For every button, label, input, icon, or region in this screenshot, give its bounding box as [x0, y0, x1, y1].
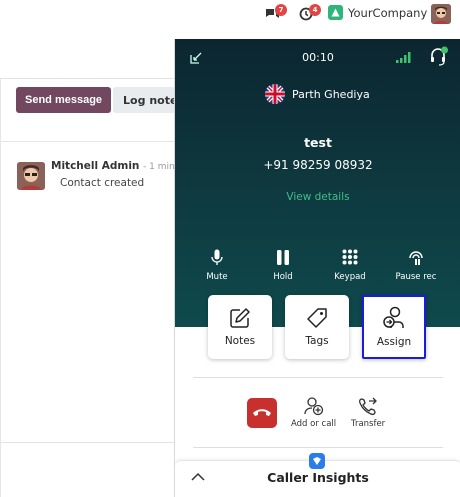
- cards-divider: [193, 377, 443, 378]
- toolbar-divider: [0, 78, 174, 79]
- keypad-button[interactable]: Keypad: [320, 249, 380, 282]
- contact-name: test: [304, 135, 332, 150]
- company-logo-icon: [328, 5, 343, 20]
- bottom-divider: [0, 442, 174, 443]
- chatter-toolbar: Send message Log note: [16, 87, 188, 113]
- message-body: Contact created: [60, 177, 145, 189]
- transfer-label: Transfer: [351, 419, 386, 429]
- notes-label: Notes: [224, 335, 256, 347]
- transfer-call-icon: [359, 397, 378, 416]
- add-or-call-label: Add or call: [291, 419, 337, 429]
- chatter-divider: [0, 141, 174, 142]
- hold-label: Hold: [273, 272, 293, 282]
- author-avatar-icon: [17, 162, 45, 190]
- messages-button[interactable]: 7: [265, 4, 287, 23]
- add-contact-icon: [303, 397, 323, 416]
- call-timer: 00:10: [302, 51, 334, 64]
- keypad-icon: [342, 249, 358, 265]
- call-header: 00:10 Parth Ghediya test +91 98259 08932…: [175, 39, 460, 327]
- pause-record-icon: [409, 251, 423, 265]
- top-navbar: 7 4 YourCompany: [0, 0, 460, 29]
- messages-badge: 7: [275, 4, 287, 16]
- phone-hangup-icon: [253, 409, 271, 416]
- notes-card-button[interactable]: Notes: [208, 295, 272, 359]
- company-name: YourCompany: [348, 5, 428, 20]
- company-switcher[interactable]: YourCompany: [328, 5, 427, 20]
- user-avatar-icon: [431, 4, 451, 24]
- insights-logo-icon: [309, 453, 325, 469]
- assign-label: Assign: [376, 336, 412, 348]
- agent-headset-status-icon[interactable]: [429, 46, 449, 66]
- activities-button[interactable]: 4: [299, 4, 321, 23]
- message-author-avatar: [17, 162, 45, 190]
- actions-divider: [193, 447, 443, 448]
- uk-flag-icon: [265, 84, 285, 104]
- user-avatar[interactable]: [431, 4, 451, 24]
- pause-recording-label: Pause rec: [395, 272, 437, 282]
- caller-insights-title: Caller Insights: [267, 470, 369, 485]
- view-details-link[interactable]: View details: [175, 191, 460, 203]
- pause-recording-button[interactable]: Pause rec: [386, 249, 446, 282]
- tags-label: Tags: [305, 335, 329, 347]
- notes-edit-icon: [230, 308, 250, 328]
- agent-caller-info: Parth Ghediya: [265, 84, 370, 104]
- mute-button[interactable]: Mute: [187, 249, 247, 282]
- keypad-label: Keypad: [334, 272, 366, 282]
- transfer-button[interactable]: Transfer: [351, 396, 385, 429]
- pause-icon: [277, 250, 289, 265]
- assign-user-icon: [383, 306, 404, 328]
- voip-softphone: 00:10 Parth Ghediya test +91 98259 08932…: [174, 39, 460, 497]
- mute-label: Mute: [206, 272, 228, 282]
- tag-icon: [307, 308, 327, 328]
- send-message-button[interactable]: Send message: [16, 87, 112, 113]
- assign-card-button[interactable]: Assign: [362, 295, 426, 359]
- message-author[interactable]: Mitchell Admin: [51, 160, 139, 172]
- agent-name: Parth Ghediya: [292, 87, 370, 101]
- signal-strength-icon: [396, 52, 411, 63]
- microphone-icon: [211, 249, 223, 265]
- hold-button[interactable]: Hold: [253, 249, 313, 282]
- activities-badge: 4: [309, 4, 321, 16]
- add-or-call-button[interactable]: Add or call: [291, 396, 336, 429]
- message-header: Mitchell Admin - 1 minute: [51, 160, 190, 172]
- tags-card-button[interactable]: Tags: [285, 295, 349, 359]
- contact-phone-number: +91 98259 08932: [263, 158, 373, 172]
- hang-up-button[interactable]: [247, 398, 277, 428]
